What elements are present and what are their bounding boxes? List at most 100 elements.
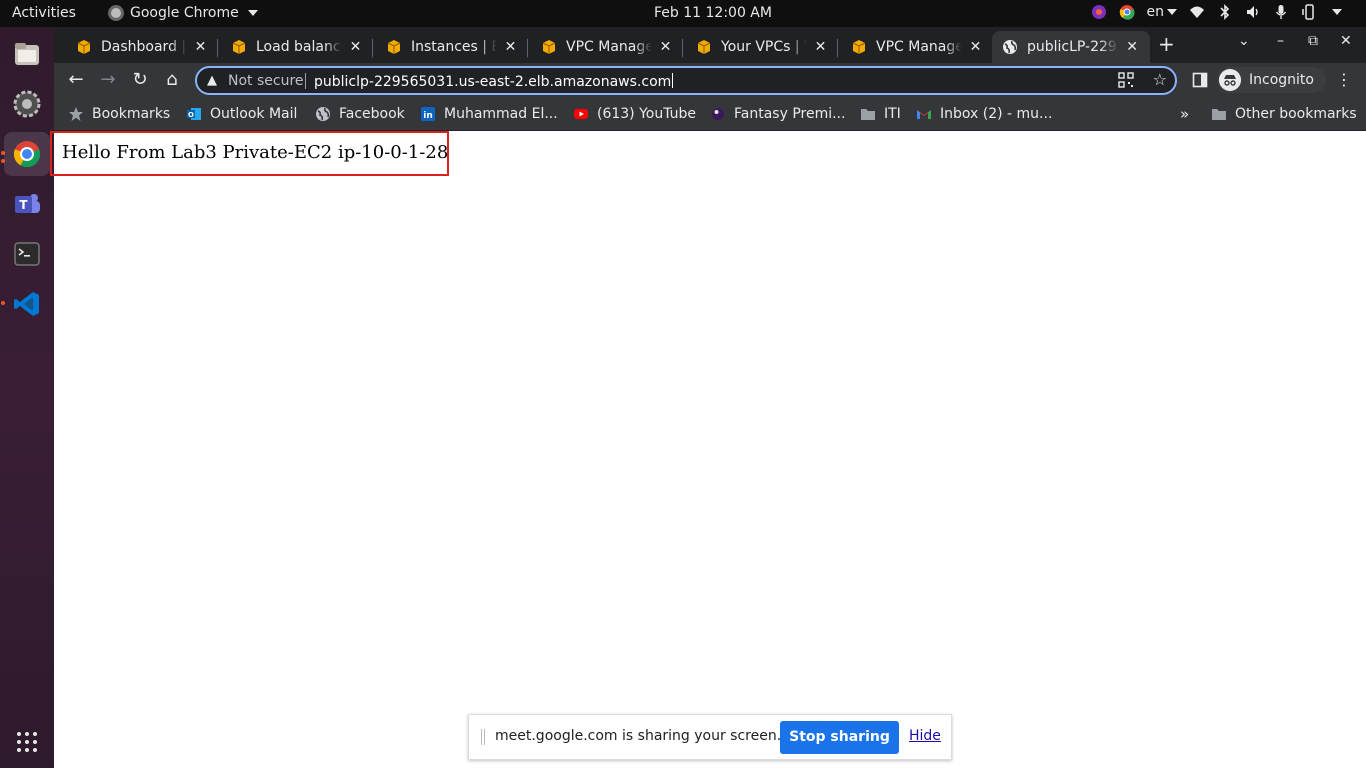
home-icon[interactable]: ⌂ bbox=[161, 69, 183, 91]
app-indicator-icon[interactable] bbox=[1091, 4, 1107, 20]
bookmark-item[interactable]: Bookmarks bbox=[68, 104, 170, 124]
bookmark-item[interactable]: in Muhammad El... bbox=[420, 104, 558, 124]
teams-launcher[interactable]: T bbox=[4, 182, 50, 226]
tab-title: publicLP-229565031 bbox=[1027, 39, 1118, 55]
other-bookmarks-folder[interactable]: Other bookmarks bbox=[1211, 104, 1357, 124]
vscode-launcher[interactable] bbox=[4, 282, 50, 326]
volume-icon[interactable] bbox=[1245, 4, 1261, 20]
url-text[interactable]: publiclp-229565031.us-east-2.elb.amazona… bbox=[314, 73, 674, 90]
reload-icon[interactable]: ↻ bbox=[129, 69, 151, 91]
svg-text:T: T bbox=[19, 198, 28, 212]
bookmark-item[interactable]: Inbox (2) - mu... bbox=[916, 104, 1052, 124]
tab-divider bbox=[682, 39, 683, 57]
bookmark-item[interactable]: Facebook bbox=[315, 104, 405, 124]
aws-box-icon bbox=[77, 40, 91, 54]
system-tray[interactable]: en bbox=[1091, 4, 1342, 20]
wifi-icon[interactable] bbox=[1189, 4, 1205, 20]
tab-close-icon[interactable]: ✕ bbox=[503, 39, 518, 55]
terminal-launcher[interactable] bbox=[4, 232, 50, 276]
restore-icon[interactable]: ⧉ bbox=[1308, 33, 1318, 49]
language-selector[interactable]: en bbox=[1147, 4, 1177, 20]
tab-divider bbox=[527, 39, 528, 57]
chrome-indicator-icon[interactable] bbox=[1119, 4, 1135, 20]
more-menu-icon[interactable]: ⋮ bbox=[1333, 69, 1355, 91]
tab-divider bbox=[372, 39, 373, 57]
address-bar[interactable]: ▲ Not secure publiclp-229565031.us-east-… bbox=[195, 66, 1177, 95]
share-message: meet.google.com is sharing your screen. bbox=[495, 728, 782, 744]
stop-sharing-button[interactable]: Stop sharing bbox=[780, 721, 899, 754]
gmail-icon bbox=[917, 110, 931, 119]
tab-title: VPC Management Console bbox=[876, 39, 963, 55]
tab-divider bbox=[217, 39, 218, 57]
app-name: Google Chrome bbox=[130, 5, 239, 21]
back-arrow-icon[interactable]: ← bbox=[65, 69, 87, 91]
screen-share-bar: meet.google.com is sharing your screen. … bbox=[468, 714, 952, 760]
aws-box-icon bbox=[542, 40, 556, 54]
tab-title: Load balancers | EC2 bbox=[256, 39, 342, 55]
tab-close-icon[interactable]: ✕ bbox=[348, 39, 363, 55]
drag-handle-icon[interactable] bbox=[481, 729, 485, 745]
minimize-icon[interactable]: – bbox=[1277, 33, 1284, 49]
tab[interactable]: Instances | EC2 ✕ bbox=[376, 31, 528, 63]
bookmark-star-icon[interactable]: ☆ bbox=[1153, 70, 1167, 89]
tab-close-icon[interactable]: ✕ bbox=[1124, 39, 1140, 55]
show-applications-button[interactable] bbox=[4, 720, 50, 764]
tab[interactable]: Dashboard | EC2 ✕ bbox=[66, 31, 218, 63]
tab[interactable]: VPC Management Console ✕ bbox=[841, 31, 993, 63]
tab-close-icon[interactable]: ✕ bbox=[813, 39, 828, 55]
aws-box-icon bbox=[852, 40, 866, 54]
app-menu[interactable]: Google Chrome bbox=[108, 5, 258, 21]
clock[interactable]: Feb 11 12:00 AM bbox=[654, 5, 772, 21]
bookmark-item[interactable]: O Outlook Mail bbox=[186, 104, 297, 124]
aws-box-icon bbox=[697, 40, 711, 54]
system-menu-chevron-icon[interactable] bbox=[1332, 9, 1342, 15]
web-page: Hello From Lab3 Private-EC2 ip-10-0-1-28 bbox=[50, 131, 1366, 768]
chrome-launcher[interactable] bbox=[4, 132, 50, 176]
tab-search-chevron-icon[interactable]: ⌄ bbox=[1238, 33, 1250, 49]
tab-title: Dashboard | EC2 bbox=[101, 39, 187, 55]
tab-title: Instances | EC2 bbox=[411, 39, 498, 55]
bookmark-folder[interactable]: ITI bbox=[860, 104, 901, 124]
side-panel-icon[interactable] bbox=[1192, 72, 1208, 88]
hide-link[interactable]: Hide bbox=[909, 728, 941, 744]
svg-text:O: O bbox=[188, 111, 194, 119]
tab-close-icon[interactable]: ✕ bbox=[968, 39, 983, 55]
activities-button[interactable]: Activities bbox=[12, 5, 76, 21]
phone-connect-icon[interactable] bbox=[1301, 4, 1317, 20]
forward-arrow-icon[interactable]: → bbox=[97, 69, 119, 91]
warning-icon[interactable]: ▲ bbox=[207, 73, 217, 88]
tab-title: VPC Management Console bbox=[566, 39, 653, 55]
tab[interactable]: Your VPCs | VPC ✕ bbox=[686, 31, 838, 63]
teams-icon: T bbox=[15, 194, 40, 213]
vscode-icon bbox=[14, 292, 39, 316]
files-launcher[interactable] bbox=[4, 32, 50, 76]
tab-close-icon[interactable]: ✕ bbox=[658, 39, 673, 55]
incognito-label: Incognito bbox=[1249, 72, 1314, 88]
chevron-down-icon bbox=[1167, 9, 1177, 15]
bookmark-label: Outlook Mail bbox=[210, 106, 298, 122]
files-icon bbox=[15, 43, 39, 65]
tab[interactable]: Load balancers | EC2 ✕ bbox=[221, 31, 373, 63]
bookmark-label: (613) YouTube bbox=[597, 106, 697, 122]
incognito-icon bbox=[1219, 69, 1241, 91]
aws-box-icon bbox=[387, 40, 401, 54]
bookmark-item[interactable]: (613) YouTube bbox=[573, 104, 696, 124]
bluetooth-icon[interactable] bbox=[1217, 4, 1233, 20]
settings-gear-icon bbox=[13, 90, 41, 118]
bookmark-label: Fantasy Premi... bbox=[734, 106, 846, 122]
close-window-icon[interactable]: ✕ bbox=[1340, 33, 1352, 49]
microphone-icon[interactable] bbox=[1273, 4, 1289, 20]
settings-launcher[interactable] bbox=[4, 82, 50, 126]
dock: T bbox=[0, 27, 54, 768]
tab[interactable]: VPC Management Console ✕ bbox=[531, 31, 683, 63]
qr-code-icon[interactable] bbox=[1117, 71, 1135, 89]
more-bookmarks-chevron-icon[interactable]: » bbox=[1180, 104, 1189, 124]
new-tab-icon[interactable]: + bbox=[1158, 32, 1175, 56]
incognito-button[interactable]: Incognito bbox=[1217, 67, 1326, 93]
not-secure-label[interactable]: Not secure bbox=[228, 73, 304, 89]
tab-active[interactable]: publicLP-229565031 ✕ bbox=[992, 31, 1150, 63]
bookmark-item[interactable]: Fantasy Premi... bbox=[710, 104, 845, 124]
aws-box-icon bbox=[232, 40, 246, 54]
tab-close-icon[interactable]: ✕ bbox=[193, 39, 208, 55]
tab-strip: Dashboard | EC2 ✕ Load balancers | EC2 ✕… bbox=[54, 27, 1366, 63]
